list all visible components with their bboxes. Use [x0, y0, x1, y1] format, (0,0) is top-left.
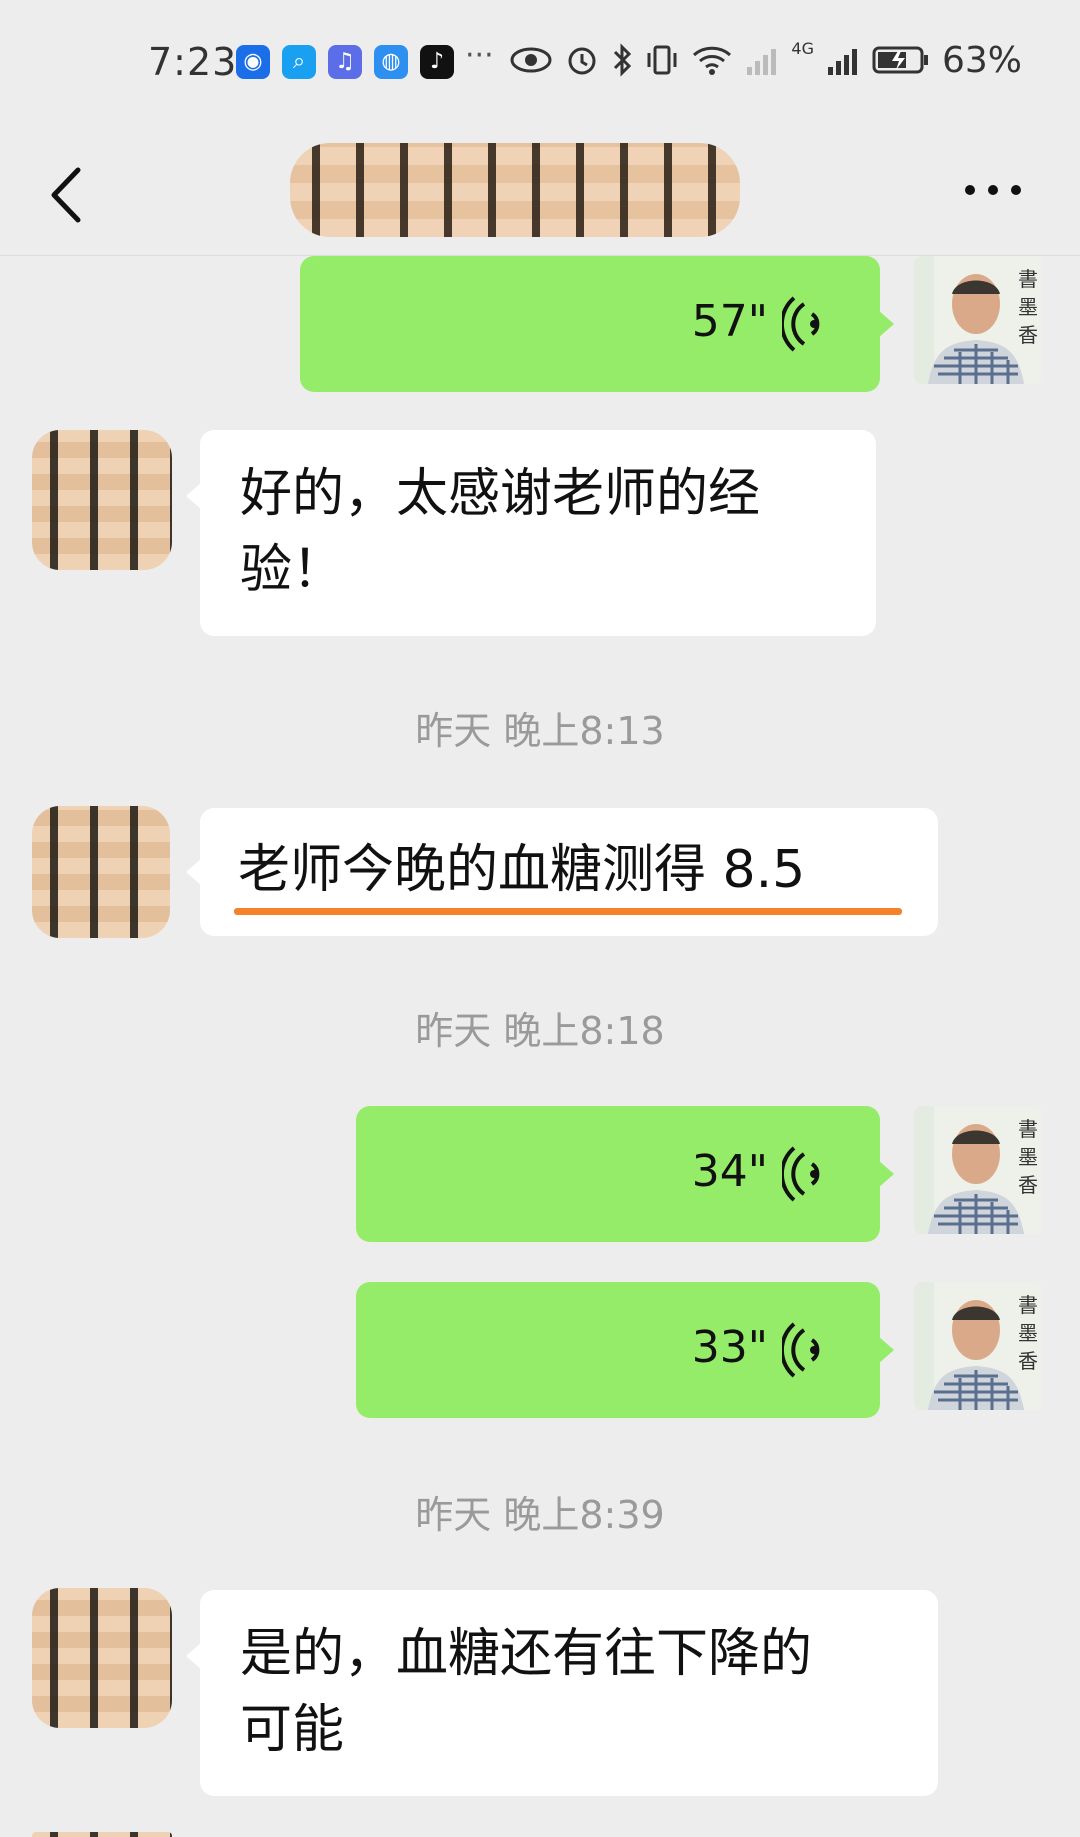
network-type: 4G: [791, 38, 814, 58]
search-app-icon: ⌕: [282, 45, 316, 79]
message-timestamp: 昨天 晚上8:39: [415, 1493, 665, 1537]
browser-app-icon: ◍: [374, 45, 408, 79]
text-bubble[interactable]: 好的，太感谢老师的经 验！: [186, 430, 876, 636]
alarm-icon: [568, 47, 596, 75]
voice-duration: 57": [691, 296, 768, 347]
status-indicators: 4G 63%: [509, 38, 1022, 81]
bubble-tail: [878, 1160, 894, 1188]
svg-text:香: 香: [1018, 323, 1038, 347]
bluetooth-icon: [614, 43, 632, 77]
svg-text:書: 書: [1018, 1293, 1038, 1317]
svg-text:香: 香: [1018, 1349, 1038, 1373]
my-avatar[interactable]: 書 墨 香: [914, 1282, 1042, 1410]
svg-text:墨: 墨: [1018, 1321, 1038, 1345]
battery-charging-icon: [872, 46, 928, 74]
message-timestamp: 昨天 晚上8:18: [415, 1009, 665, 1053]
message-timestamp: 昨天 晚上8:13: [415, 709, 665, 753]
wifi-icon: [693, 46, 732, 75]
contact-avatar-redacted: [32, 1832, 172, 1837]
more-dots-icon: [965, 185, 1021, 195]
more-notifications-icon: ···: [465, 38, 494, 73]
contact-avatar-redacted[interactable]: [32, 430, 172, 570]
contact-avatar-redacted[interactable]: [32, 806, 170, 938]
my-avatar[interactable]: 書 墨 香: [914, 256, 1042, 384]
status-bar: 7:23 ◉ ⌕ ♫ ◍ ♪ ··· 4G 63%: [0, 0, 1080, 125]
contact-avatar-redacted[interactable]: [32, 1588, 172, 1728]
signal-weak-icon: [747, 49, 777, 75]
music-app-icon: ♫: [328, 45, 362, 79]
voice-duration: 34": [691, 1146, 768, 1197]
voice-duration: 33": [691, 1322, 768, 1373]
message-line: 验！: [240, 540, 345, 600]
eye-icon: [510, 47, 552, 73]
bubble-tail: [186, 1642, 202, 1670]
tiktok-app-icon: ♪: [420, 45, 454, 79]
status-time: 7:23: [148, 40, 238, 84]
bubble-tail: [878, 310, 894, 338]
text-bubble[interactable]: 老师今晚的血糖测得 8.5: [186, 808, 938, 936]
svg-text:香: 香: [1018, 1173, 1038, 1197]
voice-bubble[interactable]: 57": [300, 256, 894, 392]
my-avatar[interactable]: 書 墨 香: [914, 1106, 1042, 1234]
back-button[interactable]: [38, 145, 118, 235]
signal-icon: [827, 49, 857, 75]
text-bubble[interactable]: 是的，血糖还有往下降的 可能: [186, 1590, 938, 1796]
bubble-tail: [186, 482, 202, 510]
voice-wave-icon: [782, 1146, 820, 1202]
message-text: 老师今晚的血糖测得 8.5: [238, 840, 806, 900]
avatar-photo: 書 墨 香: [914, 1106, 1042, 1234]
voice-wave-icon: [782, 296, 820, 352]
voice-bubble[interactable]: 33": [356, 1282, 894, 1418]
message-text: 好的，太感谢老师的经 验！: [240, 456, 860, 608]
voice-wave-icon: [782, 1322, 820, 1378]
highlight-underline: [234, 908, 902, 915]
message-line: 可能: [240, 1700, 345, 1760]
chat-title-redacted: [290, 143, 740, 237]
avatar-photo: 書 墨 香: [914, 256, 1042, 384]
more-button[interactable]: [956, 165, 1030, 215]
chevron-left-icon: [51, 167, 81, 223]
message-text: 是的，血糖还有往下降的 可能: [240, 1616, 930, 1768]
chat-header: [0, 125, 1080, 256]
message-line: 好的，太感谢老师的经: [240, 464, 761, 524]
battery-percent: 63%: [941, 39, 1022, 81]
bubble-tail: [186, 858, 202, 886]
svg-text:墨: 墨: [1018, 1145, 1038, 1169]
bubble-tail: [878, 1336, 894, 1364]
avatar-photo: 書 墨 香: [914, 1282, 1042, 1410]
svg-text:書: 書: [1018, 1117, 1038, 1141]
app-notification-icon: ◉: [236, 45, 270, 79]
vibrate-icon: [647, 45, 677, 75]
svg-text:書: 書: [1018, 267, 1038, 291]
svg-text:墨: 墨: [1018, 295, 1038, 319]
message-line: 是的，血糖还有往下降的: [240, 1624, 813, 1684]
voice-bubble[interactable]: 34": [356, 1106, 894, 1242]
